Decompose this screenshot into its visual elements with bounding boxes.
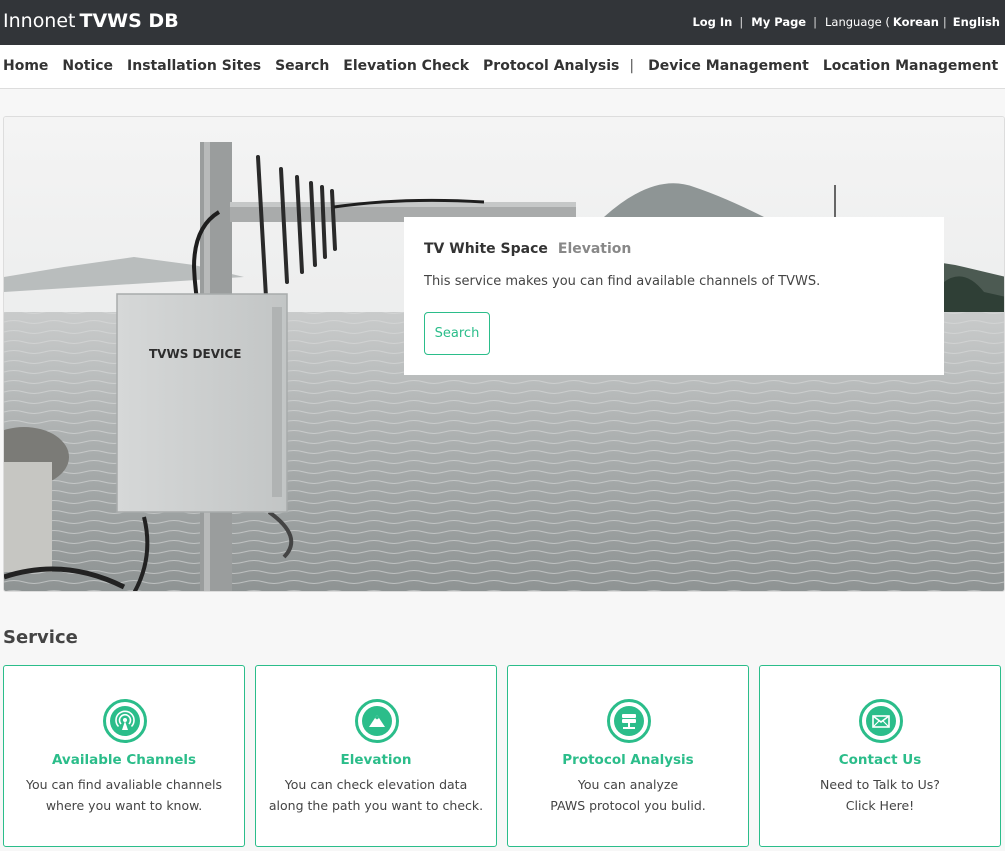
separator: | (942, 15, 947, 29)
service-desc-line1: You can analyze (577, 777, 679, 792)
service-card-available-channels[interactable]: Available Channels You can find avaliabl… (3, 665, 245, 847)
separator: | (739, 15, 744, 29)
mypage-link[interactable]: My Page (751, 15, 806, 29)
server-icon (607, 699, 651, 743)
card-title-sub[interactable]: Elevation (558, 241, 632, 257)
nav-divider: | (629, 58, 635, 74)
service-name: Protocol Analysis (562, 752, 694, 768)
nav-location-management[interactable]: Location Management (823, 58, 998, 74)
service-desc-line1: Need to Talk to Us? (820, 777, 940, 792)
service-name: Available Channels (51, 752, 197, 768)
device-label: TVWS DEVICE (149, 347, 241, 361)
card-title-main[interactable]: TV White Space (424, 241, 548, 257)
hero-info-card: TV White Space Elevation This service mak… (404, 217, 944, 375)
top-links: Log In | My Page | Language ( Korean | E… (692, 15, 1000, 29)
service-desc-line2: Click Here! (845, 798, 915, 813)
top-bar: Innonet TVWS DB Log In | My Page | Langua… (0, 0, 1005, 45)
language-korean-link[interactable]: Korean (893, 15, 939, 29)
service-card-elevation[interactable]: Elevation You can check elevation data a… (255, 665, 497, 847)
service-name: Elevation (340, 752, 412, 768)
service-title: Service (3, 627, 78, 648)
service-desc-line2: PAWS protocol you bulid. (550, 798, 706, 813)
envelope-icon (859, 699, 903, 743)
service-desc-line1: You can check elevation data (284, 777, 468, 792)
main-nav-bar: Home Notice Installation Sites Search El… (0, 45, 1005, 89)
brand-logo[interactable]: Innonet TVWS DB (3, 10, 179, 32)
service-desc-line1: You can find avaliable channels (25, 777, 223, 792)
service-desc-line2: along the path you want to check. (268, 798, 484, 813)
main-nav: Home Notice Installation Sites Search El… (3, 58, 1005, 74)
nav-notice[interactable]: Notice (62, 58, 113, 74)
service-card-protocol-analysis[interactable]: Protocol Analysis You can analyze PAWS p… (507, 665, 749, 847)
nav-home[interactable]: Home (3, 58, 48, 74)
service-card-contact-us[interactable]: Contact Us Need to Talk to Us? Click Her… (759, 665, 1001, 847)
login-link[interactable]: Log In (692, 15, 732, 29)
nav-protocol-analysis[interactable]: Protocol Analysis (483, 58, 619, 74)
brand-light: Innonet (3, 10, 76, 32)
service-desc-line2: where you want to know. (45, 798, 203, 813)
search-button[interactable]: Search (424, 312, 490, 355)
separator: | (813, 15, 817, 29)
nav-installation-sites[interactable]: Installation Sites (127, 58, 261, 74)
service-name: Contact Us (838, 752, 922, 768)
nav-search[interactable]: Search (275, 58, 329, 74)
language-english-link[interactable]: English (953, 15, 1000, 29)
card-title: TV White Space Elevation (424, 241, 631, 257)
nav-device-management[interactable]: Device Management (648, 58, 809, 74)
language-label: Language ( (824, 15, 890, 29)
nav-elevation-check[interactable]: Elevation Check (343, 58, 469, 74)
card-description: This service makes you can find availabl… (424, 274, 821, 289)
mountain-icon (355, 699, 399, 743)
brand-bold: TVWS DB (79, 10, 179, 32)
antenna-icon (103, 699, 147, 743)
